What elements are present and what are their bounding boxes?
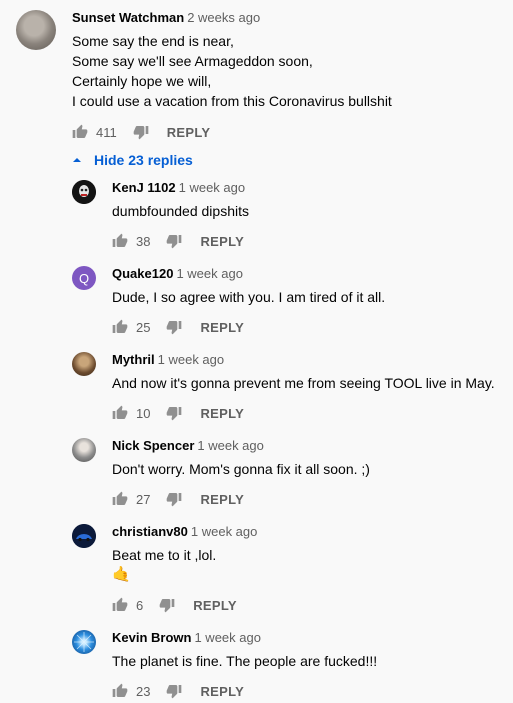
hide-replies-label: Hide 23 replies [94,152,193,168]
avatar[interactable] [16,10,56,50]
chevron-up-icon [73,158,81,162]
reply-button[interactable]: REPLY [200,406,244,421]
reply-button[interactable]: REPLY [193,598,237,613]
hide-replies-toggle[interactable]: Hide 23 replies [72,150,193,170]
like-count: 6 [136,597,144,613]
reply-button[interactable]: REPLY [200,234,244,249]
comment-actions: 10 REPLY [112,403,244,423]
reply-button[interactable]: REPLY [167,125,211,140]
avatar[interactable] [72,438,96,462]
comment-timestamp[interactable]: 1 week ago [191,524,258,539]
thumbs-down-icon[interactable] [133,124,149,140]
car-icon [72,524,96,548]
reply-comment: Mythril 1 week ago And now it's gonna pre… [0,348,513,434]
comment-actions: 411 REPLY [72,122,210,142]
main-comment: Sunset Watchman 2 weeks ago Some say the … [0,0,513,150]
reply-button[interactable]: REPLY [200,492,244,507]
comment-timestamp[interactable]: 1 week ago [194,630,261,645]
reply-comment: KenJ 1102 1 week ago dumbfounded dipshits… [0,176,513,262]
comment-author[interactable]: Sunset Watchman [72,10,184,25]
comment-author[interactable]: Kevin Brown [112,630,191,645]
thumbs-up-icon[interactable] [72,124,88,140]
like-count: 10 [136,405,151,421]
comment-actions: 6 REPLY [112,595,237,615]
like-count: 411 [96,124,117,140]
comment-actions: 23 REPLY [112,681,244,701]
like-count: 25 [136,319,151,335]
call-me-hand-emoji: 🤙 [112,566,131,583]
mask-icon [72,180,96,204]
thumbs-down-icon[interactable] [166,319,182,335]
thumbs-up-icon[interactable] [112,597,128,613]
thumbs-up-icon[interactable] [112,405,128,421]
thumbs-down-icon[interactable] [166,491,182,507]
comment-actions: 25 REPLY [112,317,244,337]
comment-author[interactable]: Mythril [112,352,155,367]
reply-comment: Q Quake120 1 week ago Dude, I so agree wi… [0,262,513,348]
thumbs-up-icon[interactable] [112,319,128,335]
comment-author[interactable]: Quake120 [112,266,173,281]
burst-icon [74,632,94,652]
avatar[interactable] [72,630,96,654]
comment-text: Don't worry. Mom's gonna fix it all soon… [112,461,370,477]
comment-timestamp[interactable]: 2 weeks ago [187,10,260,25]
comment-author[interactable]: christianv80 [112,524,188,539]
avatar[interactable] [72,352,96,376]
comment-timestamp[interactable]: 1 week ago [197,438,264,453]
avatar[interactable] [72,180,96,204]
comment-actions: 38 REPLY [112,231,244,251]
comment-author[interactable]: Nick Spencer [112,438,194,453]
like-count: 27 [136,491,151,507]
thumbs-up-icon[interactable] [112,683,128,699]
comment-timestamp[interactable]: 1 week ago [158,352,225,367]
comment-timestamp[interactable]: 1 week ago [176,266,243,281]
thumbs-down-icon[interactable] [166,233,182,249]
reply-comment: Nick Spencer 1 week ago Don't worry. Mom'… [0,434,513,520]
comment-timestamp[interactable]: 1 week ago [179,180,246,195]
comment-text: Some say the end is near, Some say we'll… [72,33,392,109]
comment-actions: 27 REPLY [112,489,244,509]
avatar-letter: Q [78,270,90,286]
comment-text: Dude, I so agree with you. I am tired of… [112,289,386,305]
thumbs-up-icon[interactable] [112,233,128,249]
thumbs-up-icon[interactable] [112,491,128,507]
reply-comment: christianv80 1 week ago Beat me to it ,lo… [0,520,513,626]
comment-text: The planet is fine. The people are fucke… [112,653,378,669]
thumbs-down-icon[interactable] [166,683,182,699]
avatar[interactable] [72,524,96,548]
comment-text: Beat me to it ,lol. [112,547,217,563]
like-count: 38 [136,233,151,249]
like-count: 23 [136,683,151,699]
reply-button[interactable]: REPLY [200,320,244,335]
comment-author[interactable]: KenJ 1102 [112,180,176,195]
avatar[interactable]: Q [72,266,96,290]
comment-text: And now it's gonna prevent me from seein… [112,375,495,391]
thumbs-down-icon[interactable] [159,597,175,613]
reply-comment: Kevin Brown 1 week ago The planet is fine… [0,626,513,703]
comment-text: dumbfounded dipshits [112,203,249,219]
thumbs-down-icon[interactable] [166,405,182,421]
reply-button[interactable]: REPLY [200,684,244,699]
